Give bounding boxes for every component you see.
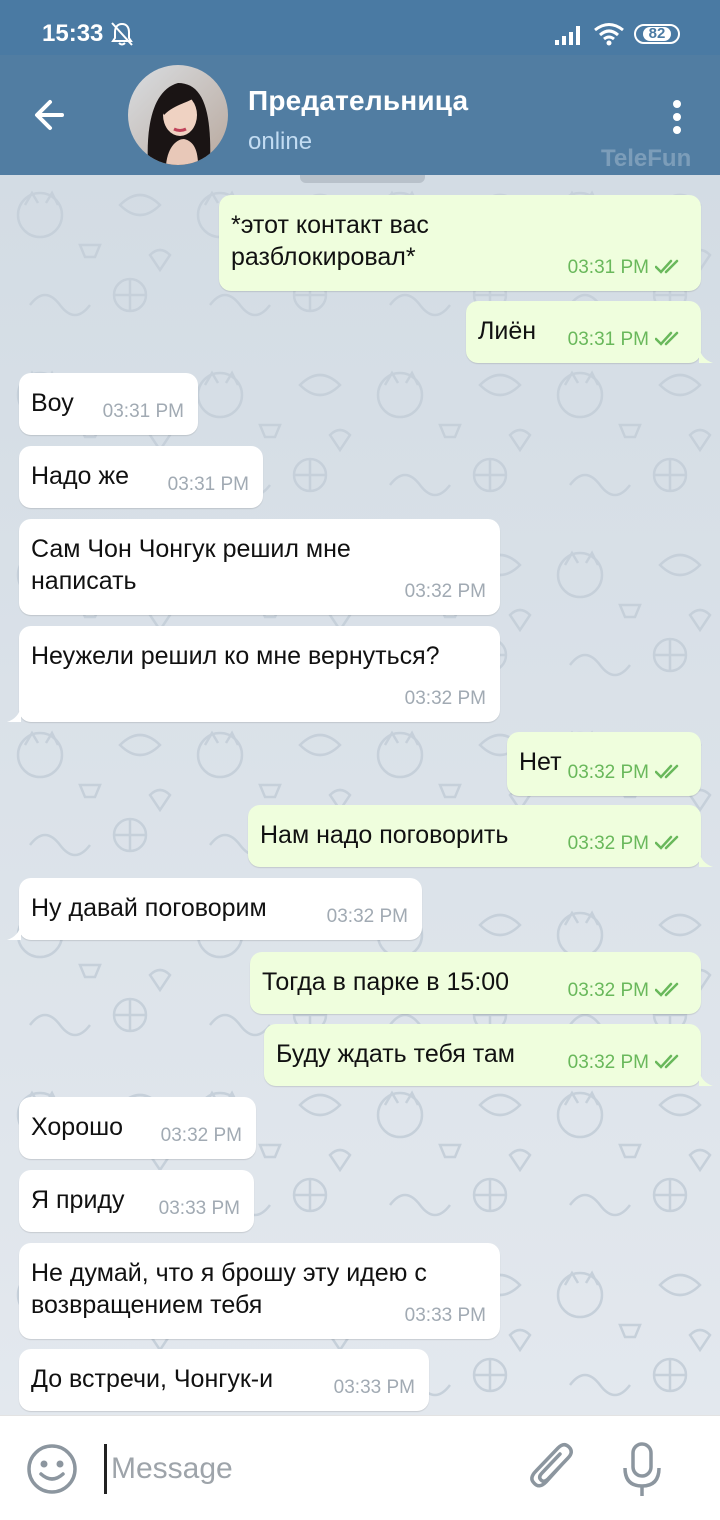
message-bubble-outgoing[interactable]: Буду ждать тебя там 03:32 PM <box>264 1024 713 1086</box>
message-bubble-incoming[interactable]: Надо же 03:31 PM <box>19 446 263 508</box>
message-bubble-outgoing[interactable]: Нет 03:32 PM <box>507 732 701 796</box>
double-check-icon <box>655 764 679 779</box>
message-meta: 03:32 PM <box>568 980 685 1002</box>
paperclip-icon <box>530 1443 573 1488</box>
message-time: 03:33 PM <box>404 1305 486 1326</box>
more-vertical-icon <box>673 100 681 134</box>
more-menu-button[interactable] <box>660 95 694 139</box>
status-time: 15:33 <box>42 20 104 47</box>
message-meta: 03:32 PM <box>568 833 685 855</box>
message-time: 03:31 PM <box>102 401 184 422</box>
message-time: 03:33 PM <box>333 1377 415 1398</box>
message-bubble-incoming[interactable]: До встречи, Чонгук-и 03:33 PM <box>19 1349 429 1411</box>
message-time: 03:32 PM <box>160 1125 242 1146</box>
message-list[interactable]: *этот контакт вас разблокировал* 03:31 P… <box>0 175 720 1415</box>
message-text: Сам Чон Чонгук решил мне написать <box>31 535 351 595</box>
message-bubble-outgoing[interactable]: *этот контакт вас разблокировал* 03:31 P… <box>219 195 701 291</box>
message-composer <box>0 1415 720 1520</box>
message-text: Неужели решил ко мне вернуться? <box>31 642 440 670</box>
wifi-icon <box>593 22 625 51</box>
bubble-tail <box>699 1070 713 1086</box>
message-bubble-outgoing[interactable]: Тогда в парке в 15:00 03:32 PM <box>250 952 701 1014</box>
arrow-left-icon <box>35 100 64 130</box>
double-check-icon <box>655 331 679 346</box>
double-check-icon <box>655 835 679 850</box>
message-bubble-incoming[interactable]: Я приду 03:33 PM <box>19 1170 254 1232</box>
double-check-icon <box>655 259 679 274</box>
attach-button[interactable] <box>526 1438 580 1498</box>
message-bubble-incoming[interactable]: Воу 03:31 PM <box>19 373 198 435</box>
notifications-off-icon <box>110 21 134 52</box>
message-meta: 03:32 PM <box>568 1052 685 1074</box>
bubble-tail <box>7 924 21 940</box>
emoji-icon <box>27 1444 77 1494</box>
message-bubble-incoming[interactable]: Не думай, что я брошу эту идею с возвращ… <box>19 1243 500 1339</box>
message-meta: 03:32 PM <box>568 762 685 784</box>
message-bubble-incoming[interactable]: Сам Чон Чонгук решил мне написать 03:32 … <box>19 519 500 615</box>
battery-indicator: 82 <box>634 24 680 44</box>
battery-level: 82 <box>642 26 672 41</box>
bubble-tail <box>699 347 713 363</box>
message-bubble-outgoing[interactable]: Лиён 03:31 PM <box>466 301 713 363</box>
message-time: 03:32 PM <box>326 906 408 927</box>
chat-status: online <box>248 128 313 155</box>
chat-header: Предательница online TeleFun <box>0 55 720 175</box>
emoji-button[interactable] <box>25 1442 79 1496</box>
back-button[interactable] <box>28 93 80 137</box>
message-time: 03:31 PM <box>167 474 249 495</box>
avatar[interactable] <box>128 65 228 165</box>
message-time: 03:32 PM <box>404 688 486 709</box>
message-time: 03:31 PM <box>567 257 649 278</box>
date-pill <box>300 175 425 183</box>
message-bubble-outgoing[interactable]: Нам надо поговорить 03:32 PM <box>248 805 713 867</box>
message-time: 03:32 PM <box>404 581 486 602</box>
message-time: 03:33 PM <box>158 1198 240 1219</box>
message-time: 03:32 PM <box>567 980 649 1001</box>
message-bubble-incoming[interactable]: Неужели решил ко мне вернуться? 03:32 PM <box>7 626 500 722</box>
microphone-button[interactable] <box>616 1440 668 1500</box>
bubble-tail <box>7 706 21 722</box>
message-time: 03:32 PM <box>567 833 649 854</box>
message-meta: 03:31 PM <box>568 257 685 279</box>
message-text: *этот контакт вас разблокировал* <box>231 211 429 271</box>
bubble-tail <box>699 851 713 867</box>
double-check-icon <box>655 982 679 997</box>
message-meta: 03:31 PM <box>568 329 685 351</box>
signal-icon <box>554 24 584 51</box>
message-bubble-incoming[interactable]: Ну давай поговорим 03:32 PM <box>7 878 422 940</box>
status-bar: 15:33 82 <box>0 0 720 55</box>
message-input[interactable] <box>104 1444 511 1494</box>
message-bubble-incoming[interactable]: Хорошо 03:32 PM <box>19 1097 256 1159</box>
chat-title[interactable]: Предательница <box>248 85 468 117</box>
message-time: 03:32 PM <box>567 762 649 783</box>
message-time: 03:32 PM <box>567 1052 649 1073</box>
microphone-icon <box>623 1442 661 1496</box>
message-time: 03:31 PM <box>567 329 649 350</box>
watermark: TeleFun <box>601 145 692 172</box>
double-check-icon <box>655 1054 679 1069</box>
